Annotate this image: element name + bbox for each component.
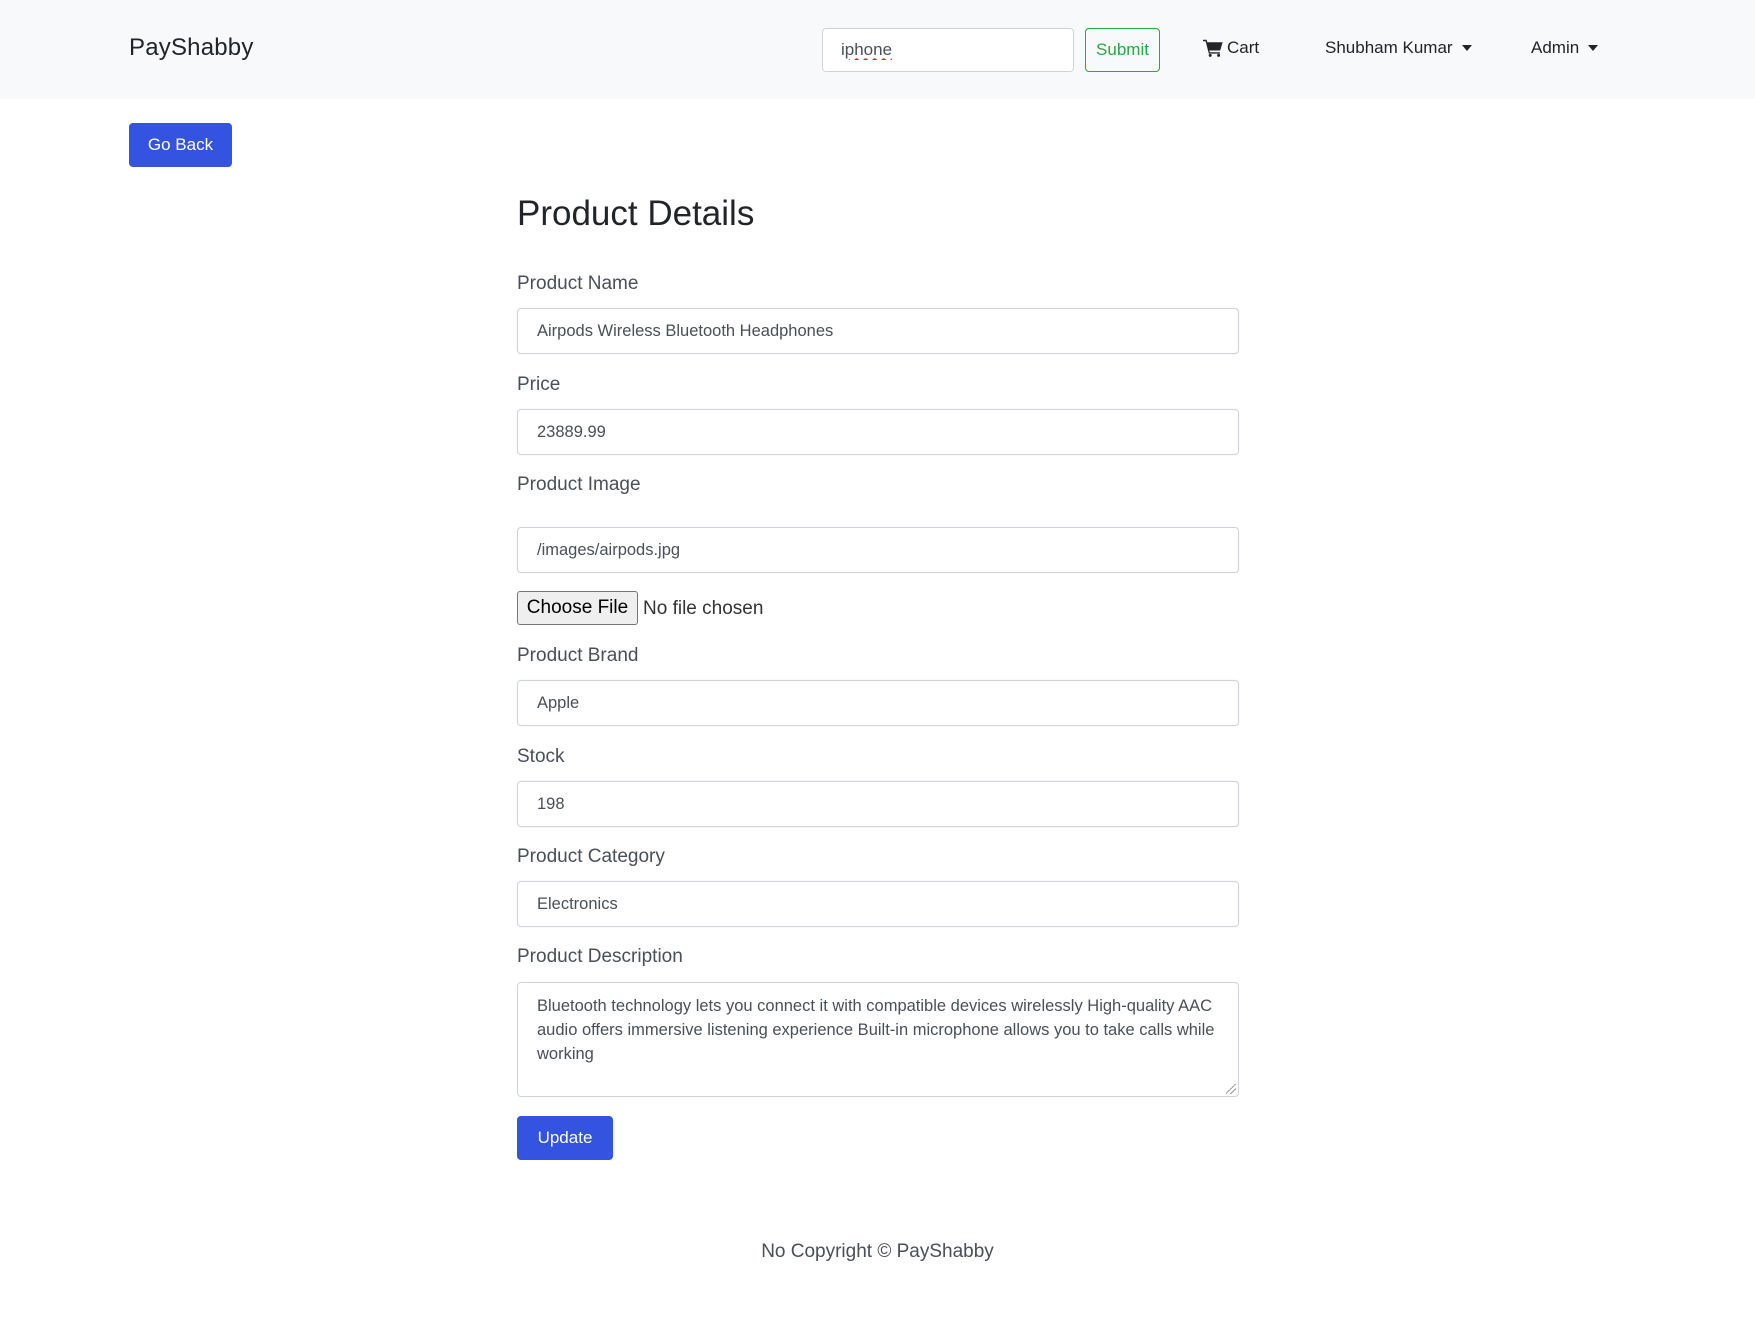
search-submit-button[interactable]: Submit <box>1085 28 1160 72</box>
product-name-field[interactable]: Airpods Wireless Bluetooth Headphones <box>517 308 1239 354</box>
cart-link[interactable]: Cart <box>1203 38 1259 58</box>
search-input[interactable] <box>822 28 1074 72</box>
cart-label: Cart <box>1227 38 1260 57</box>
footer-copyright: No Copyright © PayShabby <box>761 1241 994 1262</box>
update-button[interactable]: Update <box>517 1116 613 1160</box>
file-status-text: No file chosen <box>643 598 764 619</box>
caret-down-icon <box>1461 45 1472 51</box>
product-description-label: Product Description <box>517 946 683 967</box>
caret-down-icon <box>1588 45 1599 51</box>
page-title: Product Details <box>517 194 755 233</box>
product-brand-label: Product Brand <box>517 645 639 666</box>
go-back-button[interactable]: Go Back <box>129 123 232 167</box>
cart-icon <box>1203 39 1223 57</box>
product-brand-field[interactable]: Apple <box>517 680 1239 726</box>
product-category-field[interactable]: Electronics <box>517 881 1239 927</box>
admin-menu-label: Admin <box>1531 38 1580 57</box>
product-image-label: Product Image <box>517 474 641 495</box>
product-category-label: Product Category <box>517 846 665 867</box>
price-label: Price <box>517 374 561 395</box>
product-description-text: Bluetooth technology lets you connect it… <box>537 997 1215 1063</box>
navbar: PayShabby Submit Cart Shubham Kumar Admi… <box>0 0 1755 99</box>
resize-handle-icon[interactable] <box>1226 1084 1236 1094</box>
product-name-label: Product Name <box>517 273 639 294</box>
user-menu-dropdown[interactable]: Shubham Kumar <box>1325 38 1472 58</box>
price-field[interactable]: 23889.99 <box>517 409 1239 455</box>
brand-logo[interactable]: PayShabby <box>129 34 254 62</box>
admin-menu-dropdown[interactable]: Admin <box>1531 38 1599 58</box>
product-image-field[interactable]: /images/airpods.jpg <box>517 527 1239 573</box>
product-description-textarea[interactable]: Bluetooth technology lets you connect it… <box>517 982 1239 1097</box>
stock-field[interactable]: 198 <box>517 781 1239 827</box>
user-menu-label: Shubham Kumar <box>1325 38 1453 57</box>
stock-label: Stock <box>517 746 565 767</box>
choose-file-button[interactable]: Choose File <box>517 591 638 625</box>
